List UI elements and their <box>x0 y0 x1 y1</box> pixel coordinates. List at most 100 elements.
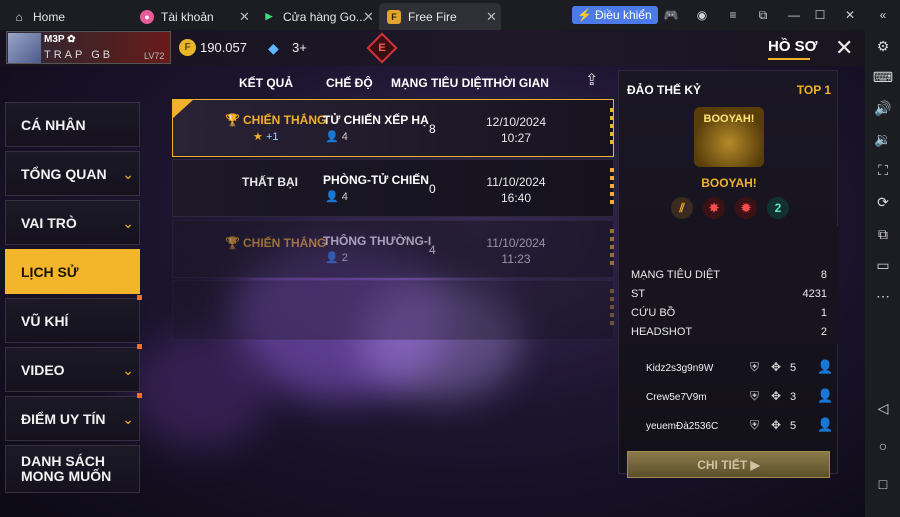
stat-value: 8 <box>820 269 827 281</box>
booyah-banner: BOOYAH! <box>703 113 755 125</box>
tab-home[interactable]: ⌂ Home <box>12 3 124 30</box>
nav-item[interactable]: VIDEO ⌄ <box>5 344 142 392</box>
elite-pass-icon[interactable]: E <box>366 32 398 64</box>
rotate-icon[interactable]: ⟳ <box>874 193 892 211</box>
home-button-icon[interactable]: ○ <box>874 437 892 455</box>
settings-icon[interactable]: ⚙ <box>874 37 892 55</box>
diamond-balance[interactable]: 3+ <box>292 40 307 55</box>
nav-item[interactable]: TỔNG QUAN ⌄ <box>5 151 140 196</box>
external-window-icon[interactable]: ⧉ <box>755 7 771 23</box>
nav-item-label: DANH SÁCH MONG MUỐN <box>21 453 112 484</box>
nav-item-label: VŨ KHÍ <box>21 313 69 329</box>
game-top-bar: M3P ✿ TRAP GB LV72 F 190.057 ◆ 3+ E HỒ S… <box>0 30 865 66</box>
teammate-row[interactable]: Kidz2s3g9n9W ⛨ ✥ 5 👤 <box>619 355 839 383</box>
close-icon[interactable]: ✕ <box>363 9 374 25</box>
row-side-stripe <box>610 168 614 208</box>
stat-label: HEADSHOT <box>631 326 693 338</box>
emulator-sidebar: ⚙ ⌨ 🔊 🔉 ⛶ ⟳ ⧉ ▭ ⋯ ◁ ○ □ <box>865 30 900 517</box>
share-icon[interactable]: ⇪ <box>585 70 605 89</box>
rank-label: TOP 1 <box>796 83 831 97</box>
add-friend-icon[interactable]: 👤 <box>817 359 833 375</box>
add-friend-icon[interactable]: 👤 <box>817 388 833 404</box>
close-icon[interactable]: ✕ <box>835 35 853 61</box>
notification-dot <box>137 393 142 398</box>
user-icon[interactable]: ◉ <box>694 7 710 23</box>
nav-item[interactable]: LỊCH SỬ <box>5 249 140 294</box>
player-profile-card[interactable]: M3P ✿ TRAP GB LV72 <box>6 31 171 64</box>
teammate-name: Crew5e7V9m <box>646 392 707 403</box>
row-side-stripe <box>610 229 614 269</box>
menu-icon[interactable]: ≡ <box>725 7 741 23</box>
window-close-icon[interactable]: ✕ <box>842 7 858 23</box>
home-icon: ⌂ <box>15 9 23 24</box>
teammate-row[interactable]: Crew5e7V9m ⛨ ✥ 3 👤 <box>619 384 839 412</box>
nav-item[interactable]: ĐIỂM UY TÍN ⌄ <box>5 393 142 441</box>
tab-game[interactable]: F Free Fire ✕ <box>379 3 501 30</box>
account-app-icon: ● <box>140 9 154 24</box>
multi-instance-icon[interactable]: ⧉ <box>874 225 892 243</box>
clan-name: TRAP GB <box>44 49 114 61</box>
nav-item[interactable]: CÁ NHÂN <box>5 102 140 147</box>
title-underline <box>768 58 810 60</box>
close-icon[interactable]: ✕ <box>239 9 250 25</box>
teammate-kills: 3 <box>790 391 797 403</box>
add-friend-icon[interactable]: 👤 <box>817 417 833 433</box>
nav-item-label: LỊCH SỬ <box>21 264 79 280</box>
team-size-value: 4 <box>341 131 348 143</box>
match-mode: TỬ CHIẾN XẾP HẠ <box>323 113 429 127</box>
recents-icon[interactable]: □ <box>874 475 892 493</box>
chevron-down-icon: ⌄ <box>122 166 134 182</box>
tab-store-label: Cửa hàng Go... <box>283 9 366 24</box>
trophy-icon: 🏆 <box>225 113 240 127</box>
kill-icon: ✥ <box>771 389 782 403</box>
nav-item-label: CÁ NHÂN <box>21 117 86 133</box>
stat-value: 4231 <box>802 288 827 300</box>
stat-value: 2 <box>820 326 827 338</box>
kill-icon: ✥ <box>771 418 782 432</box>
teammate-row[interactable]: yeuemĐà2536C ⛨ ✥ 5 👤 <box>619 413 839 441</box>
volume-down-icon[interactable]: 🔉 <box>874 130 892 148</box>
stat-row: CỨU BỒ 1 <box>631 307 827 319</box>
tab-account[interactable]: ● Tài khoản ✕ <box>140 3 252 30</box>
free-fire-icon: F <box>387 9 401 24</box>
match-mode: PHÒNG-TỬ CHIẾN <box>323 173 429 187</box>
nav-item-label: TỔNG QUAN <box>21 166 107 182</box>
table-row[interactable]: 🏆 CHIẾN THẮNG ★ +1 TỬ CHIẾN XẾP HẠ 👤 4 8… <box>172 99 614 157</box>
column-header-kills: MẠNG TIÊU DIỆT <box>391 76 489 90</box>
volume-up-icon[interactable]: 🔊 <box>874 99 892 117</box>
empty-row <box>172 280 614 340</box>
close-icon[interactable]: ✕ <box>486 9 497 25</box>
table-row[interactable]: THẤT BẠI PHÒNG-TỬ CHIẾN 👤 4 0 11/10/2024… <box>172 159 614 217</box>
match-result: THẤT BẠI <box>242 175 298 189</box>
rank-points: +1 <box>266 131 279 143</box>
collapse-sidebar-icon[interactable]: « <box>875 7 891 23</box>
kill-icon: ✥ <box>771 360 782 374</box>
table-row[interactable]: 🏆 CHIẾN THẮNG THÔNG THƯỜNG-I 👤 2 4 11/10… <box>172 220 614 278</box>
back-icon[interactable]: ◁ <box>874 399 892 417</box>
double-kill-badge-icon: 2 <box>767 197 789 219</box>
player-level: LV72 <box>144 51 165 61</box>
tab-home-label: Home <box>33 9 66 24</box>
row-side-stripe <box>610 289 614 329</box>
gamepad-icon[interactable]: 🎮 <box>663 7 679 23</box>
chevron-down-icon: ⌄ <box>122 362 134 378</box>
nav-item[interactable]: DANH SÁCH MONG MUỐN <box>5 445 140 493</box>
nav-item[interactable]: VAI TRÒ ⌄ <box>5 200 140 245</box>
more-icon[interactable]: ⋯ <box>874 287 892 305</box>
coin-icon: F <box>179 39 196 56</box>
diamond-icon: ◆ <box>268 40 279 56</box>
shield-icon: ⛨ <box>750 418 760 432</box>
keyboard-icon[interactable]: ⌨ <box>873 68 893 86</box>
play-store-icon: ▶ <box>265 11 273 21</box>
chevron-down-icon: ⌄ <box>122 215 134 231</box>
control-button[interactable]: ⚡ Điều khiển <box>572 6 658 24</box>
maximize-icon[interactable]: ☐ <box>812 7 828 23</box>
tab-store[interactable]: ▶ Cửa hàng Go... ✕ <box>262 3 374 30</box>
nav-item[interactable]: VŨ KHÍ <box>5 295 142 343</box>
details-button[interactable]: CHI TIẾT ▶ <box>627 451 830 478</box>
wolf-badge-icon: ✸ <box>703 197 725 219</box>
screenshot-icon[interactable]: ⛶ <box>874 161 892 179</box>
trophy-icon: 🏆 <box>225 236 240 250</box>
minimize-icon[interactable]: — <box>786 7 802 23</box>
monitor-icon[interactable]: ▭ <box>874 256 892 274</box>
